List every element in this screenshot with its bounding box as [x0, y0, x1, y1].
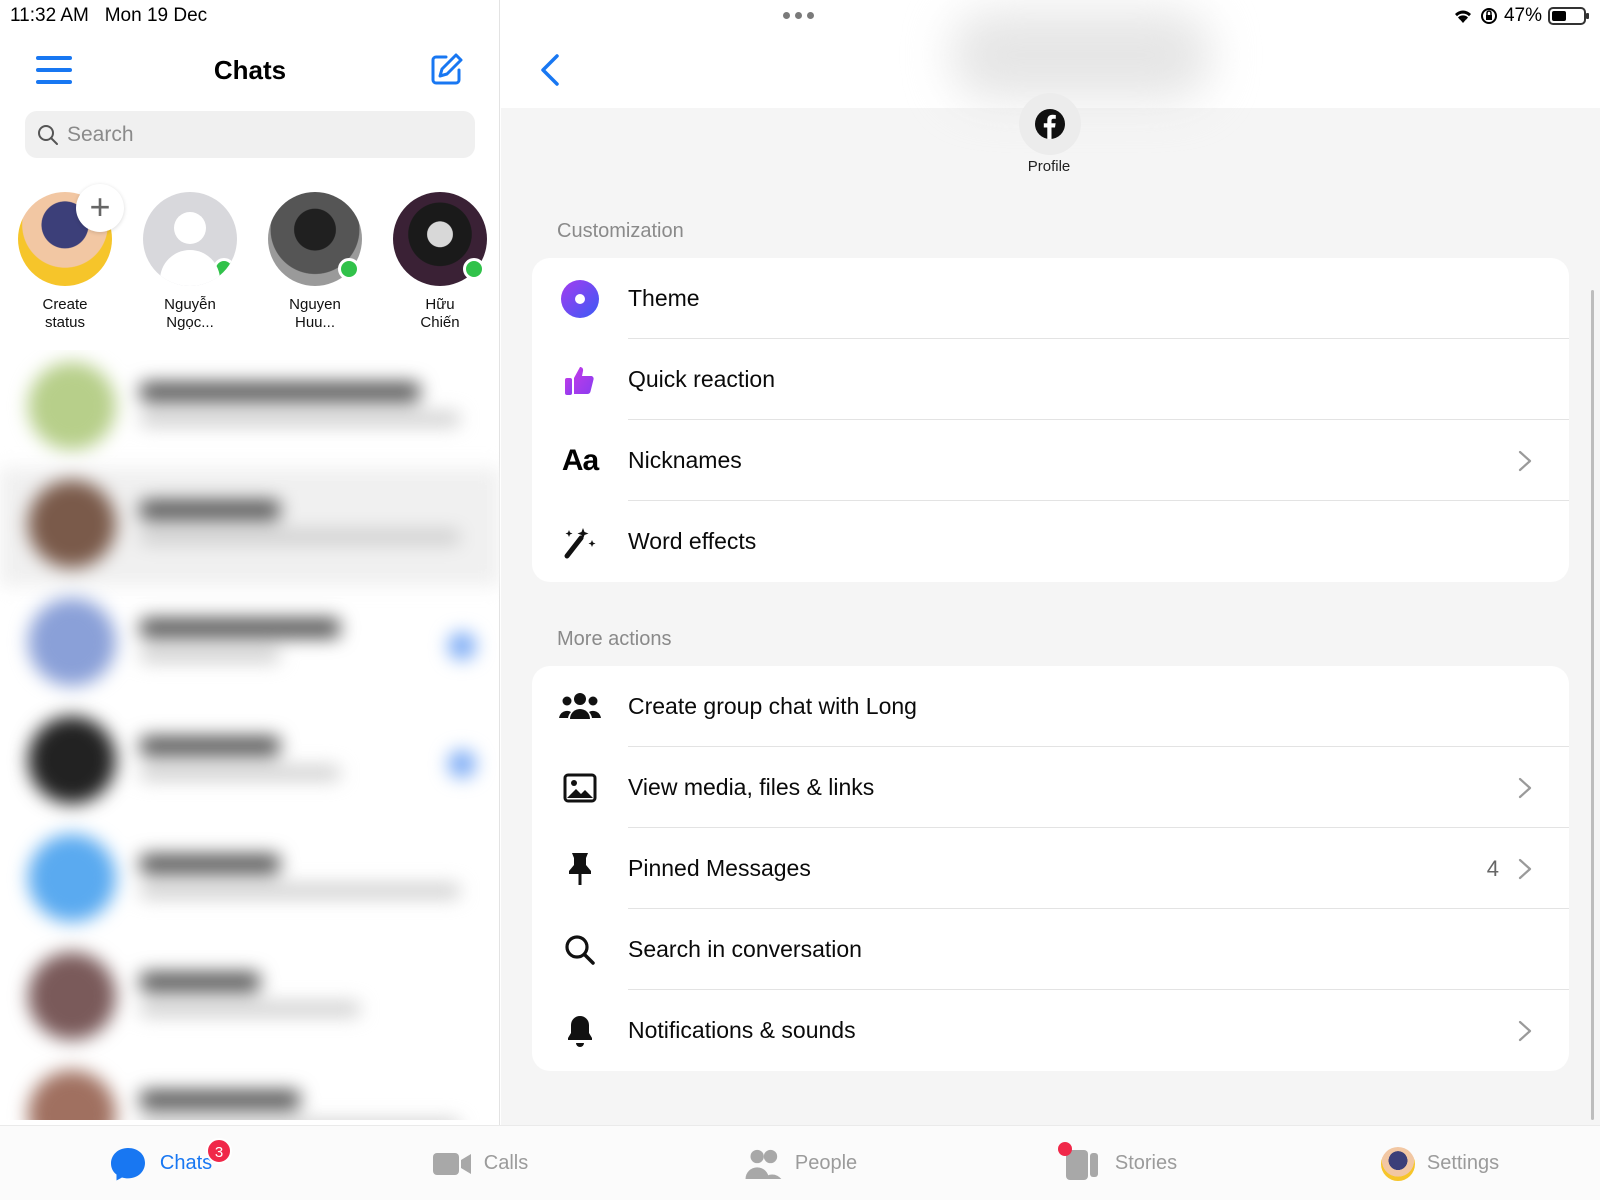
online-indicator [213, 258, 235, 280]
battery-percent: 47% [1503, 5, 1542, 26]
theme-icon [561, 279, 599, 318]
video-camera-icon [432, 1152, 471, 1175]
list-item[interactable] [0, 586, 500, 704]
search-placeholder: Search [67, 122, 134, 146]
avatar [268, 192, 362, 286]
search-icon [565, 934, 595, 965]
story-contact[interactable]: Nguyen Huu... [268, 192, 362, 332]
row-label: Pinned Messages [628, 855, 811, 881]
tab-people[interactable]: People [640, 1126, 960, 1200]
scrollbar[interactable] [1591, 290, 1594, 1120]
story-name: Hữu Chiến [420, 296, 460, 331]
view-media-row[interactable]: View media, files & links [532, 747, 1569, 828]
chat-bubble-icon [110, 1147, 145, 1180]
avatar: + [18, 184, 124, 286]
status-time: 11:32 AM Mon 19 Dec [10, 5, 208, 26]
pinned-count: 4 [1486, 855, 1499, 881]
chevron-right-icon [1518, 1020, 1532, 1041]
status-indicators: 47% [1452, 5, 1589, 27]
nicknames-row[interactable]: Aa Nicknames [532, 420, 1569, 501]
orientation-lock-icon [1480, 8, 1497, 24]
tab-label: Settings [1426, 1152, 1500, 1174]
bottom-tab-bar: Chats 3 Calls People Stories Settings [0, 1125, 1600, 1200]
online-indicator [338, 258, 360, 280]
story-name: Nguyen Huu... [289, 296, 341, 331]
chevron-right-icon [1518, 777, 1532, 798]
active-stories-row: + Create status Nguyễn Ngọc... Nguyen Hu… [18, 184, 498, 332]
theme-row[interactable]: Theme [532, 258, 1569, 339]
thumbs-up-icon [565, 366, 594, 395]
tab-stories[interactable]: Stories [960, 1126, 1280, 1200]
pinned-messages-row[interactable]: Pinned Messages 4 [532, 828, 1569, 909]
tab-label: People [794, 1152, 858, 1174]
section-label-more-actions: More actions [557, 628, 672, 650]
list-item[interactable] [0, 350, 500, 468]
story-name: Create status [42, 296, 88, 331]
row-label: View media, files & links [628, 774, 875, 800]
tab-settings[interactable]: Settings [1280, 1126, 1600, 1200]
online-indicator [463, 258, 485, 280]
conversation-settings-pane: Profile Customization Theme Quick reacti… [501, 0, 1600, 1125]
profile-button[interactable] [1019, 93, 1081, 155]
chevron-right-icon [1518, 450, 1532, 471]
more-actions-card: Create group chat with Long View media, … [532, 666, 1569, 1071]
tab-label: Calls [483, 1152, 529, 1174]
tab-label: Stories [1114, 1152, 1178, 1174]
bell-icon [568, 1015, 592, 1047]
story-contact[interactable]: Nguyễn Ngọc... [143, 192, 237, 332]
row-label: Nicknames [628, 447, 742, 473]
word-effects-row[interactable]: Word effects [532, 501, 1569, 582]
page-title: Chats [213, 55, 287, 85]
customization-card: Theme Quick reaction Aa Nicknames Word e… [532, 258, 1569, 582]
avatar [143, 192, 237, 286]
group-icon [559, 692, 601, 719]
facebook-icon [1035, 109, 1065, 139]
avatar [1380, 1146, 1415, 1181]
back-icon[interactable] [537, 52, 561, 88]
stories-notification-dot [1058, 1142, 1072, 1156]
chat-list [0, 350, 500, 1120]
avatar [393, 192, 487, 286]
list-item[interactable] [0, 1058, 500, 1120]
image-icon [563, 773, 597, 802]
quick-reaction-row[interactable]: Quick reaction [532, 339, 1569, 420]
tab-calls[interactable]: Calls [320, 1126, 640, 1200]
plus-icon[interactable]: + [76, 184, 124, 232]
people-icon [745, 1149, 782, 1179]
list-item[interactable] [0, 822, 500, 940]
chat-list-pane: Chats Search + Create status Nguyễn Ngọc… [0, 0, 500, 1125]
search-input[interactable]: Search [25, 111, 475, 158]
notifications-row[interactable]: Notifications & sounds [532, 990, 1569, 1071]
row-label: Notifications & sounds [628, 1017, 856, 1043]
tab-label: Chats [159, 1152, 213, 1174]
search-conversation-row[interactable]: Search in conversation [532, 909, 1569, 990]
row-label: Quick reaction [628, 366, 776, 392]
list-item[interactable] [0, 940, 500, 1058]
row-label: Word effects [628, 528, 757, 554]
profile-label: Profile [1027, 158, 1071, 175]
pin-icon [569, 852, 591, 885]
search-icon [38, 124, 58, 145]
compose-icon[interactable] [428, 52, 464, 88]
unread-badge: 3 [206, 1138, 232, 1164]
row-label: Search in conversation [628, 936, 862, 962]
chevron-right-icon [1518, 858, 1532, 879]
row-label: Theme [628, 285, 700, 311]
list-item[interactable] [0, 704, 500, 822]
status-bar: 11:32 AM Mon 19 Dec 47% [0, 0, 1600, 32]
row-label: Create group chat with Long [628, 693, 917, 719]
story-contact[interactable]: Hữu Chiến [393, 192, 487, 332]
battery-icon [1548, 7, 1589, 25]
list-item[interactable] [0, 468, 500, 586]
section-label-customization: Customization [557, 220, 684, 242]
story-name: Nguyễn Ngọc... [164, 296, 216, 331]
story-create-status[interactable]: + Create status [18, 184, 124, 332]
multitasking-dots[interactable] [783, 12, 814, 19]
tab-chats[interactable]: Chats 3 [0, 1126, 320, 1200]
create-group-row[interactable]: Create group chat with Long [532, 666, 1569, 747]
text-aa-icon: Aa [561, 443, 599, 477]
wifi-icon [1454, 10, 1471, 23]
magic-wand-icon [564, 527, 596, 558]
